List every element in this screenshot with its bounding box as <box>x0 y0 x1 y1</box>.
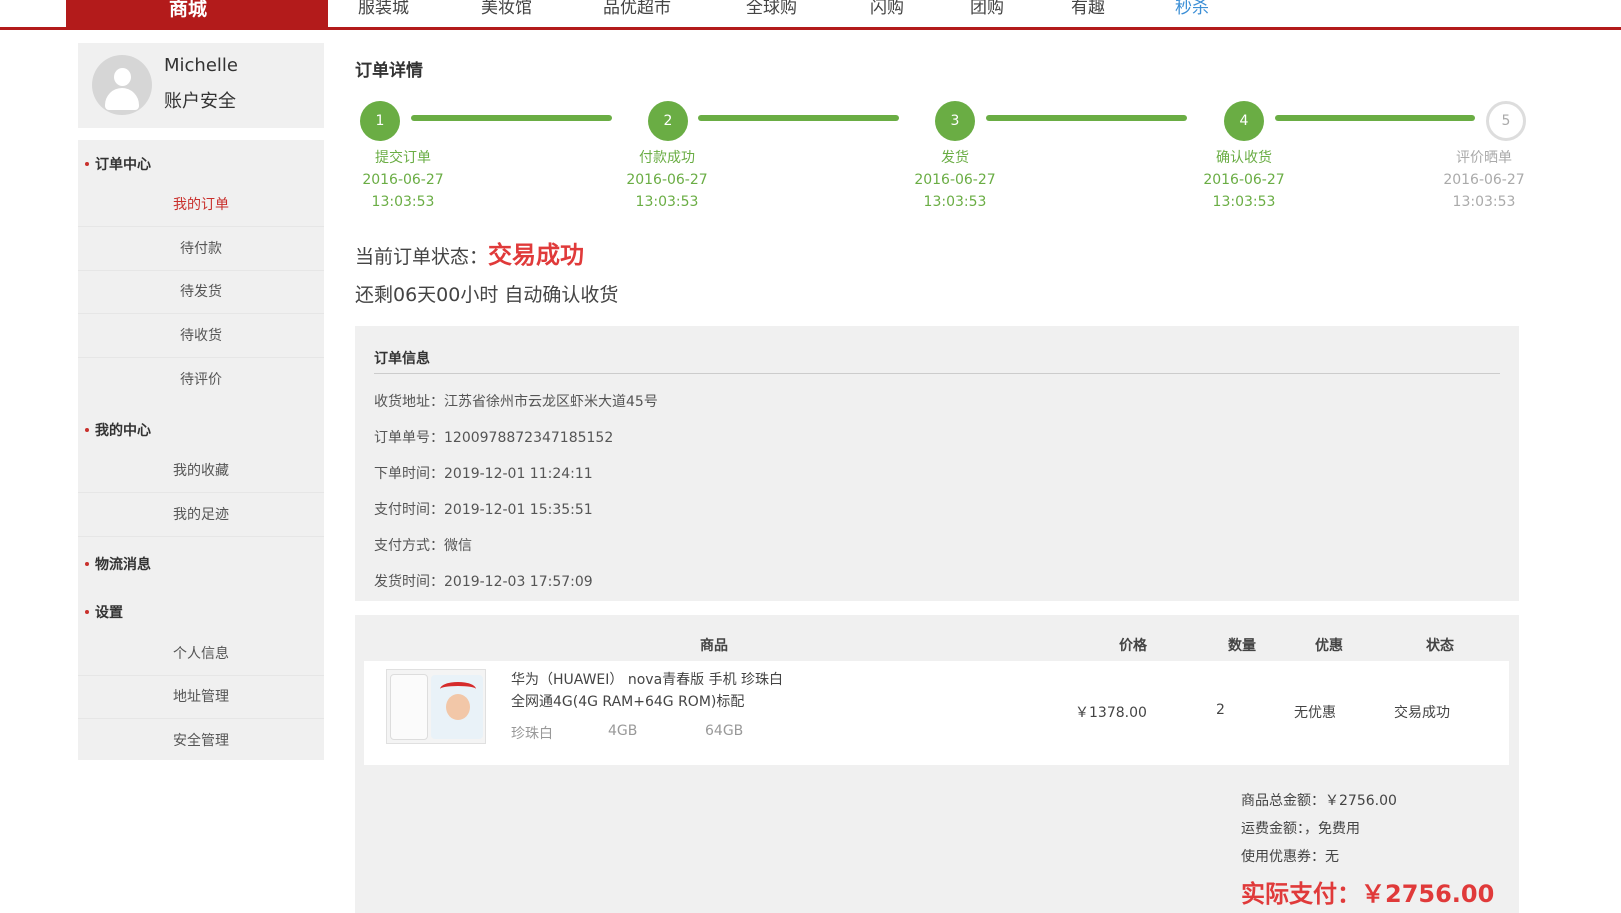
table-row: 华为（HUAWEI） nova青春版 手机 珍珠白 全网通4G(4G RAM+6… <box>364 661 1509 765</box>
progress-bar <box>986 115 1187 121</box>
sidebar-item-pending-review[interactable]: 待评价 <box>78 358 324 402</box>
nav-item-seckill[interactable]: 秒杀 <box>1175 0 1209 18</box>
coupon-used: 使用优惠券：无 <box>1241 849 1339 865</box>
shipping-time: 发货时间：2019-12-03 17:57:09 <box>374 574 593 590</box>
sidebar-item-my-orders[interactable]: 我的订单 <box>78 183 324 227</box>
nav-item-global[interactable]: 全球购 <box>746 0 797 18</box>
step-5-circle: 5 <box>1486 101 1526 141</box>
sidebar-section-logistics[interactable]: 物流消息 <box>78 542 324 586</box>
step-4-label: 确认收货 2016-06-27 13:03:53 <box>1203 150 1285 210</box>
order-number: 订单单号：1200978872347185152 <box>374 430 614 446</box>
header-price: 价格 <box>1119 638 1147 654</box>
sidebar-item-profile[interactable]: 个人信息 <box>78 632 324 676</box>
item-status: 交易成功 <box>1394 705 1450 721</box>
product-name-link[interactable]: 华为（HUAWEI） nova青春版 手机 珍珠白 全网通4G(4G RAM+6… <box>511 669 851 713</box>
goods-table: 商品 价格 数量 优惠 状态 华为（HUAWEI） nova青春版 手机 珍珠白… <box>355 615 1519 913</box>
sidebar-section-orders: 订单中心 <box>78 142 324 186</box>
step-2-circle: 2 <box>648 101 688 141</box>
sidebar-item-favorites[interactable]: 我的收藏 <box>78 449 324 493</box>
goods-total: 商品总金额：￥2756.00 <box>1241 793 1397 809</box>
sidebar-item-pending-receipt[interactable]: 待收货 <box>78 314 324 358</box>
sidebar-section-my-center: 我的中心 <box>78 408 324 452</box>
nav-item-group[interactable]: 团购 <box>970 0 1004 18</box>
page-title: 订单详情 <box>355 61 423 81</box>
avatar[interactable] <box>92 55 152 115</box>
step-1-label: 提交订单 2016-06-27 13:03:53 <box>362 150 444 210</box>
order-info-title: 订单信息 <box>374 351 430 367</box>
step-2-label: 付款成功 2016-06-27 13:03:53 <box>626 150 708 210</box>
step-5-label: 评价晒单 2016-06-27 13:03:53 <box>1443 150 1525 210</box>
sidebar-item-address[interactable]: 地址管理 <box>78 675 324 719</box>
header-product: 商品 <box>700 638 728 654</box>
sidebar-item-security[interactable]: 安全管理 <box>78 719 324 763</box>
header-status: 状态 <box>1426 638 1454 654</box>
brand-logo[interactable]: 商城 <box>66 0 328 27</box>
bullet-icon <box>85 428 89 432</box>
divider <box>374 373 1500 374</box>
account-security-link[interactable]: 账户安全 <box>164 87 236 113</box>
sidebar-section-settings: 设置 <box>78 590 324 634</box>
status-value: 交易成功 <box>488 241 585 269</box>
shipping-fee: 运费金额：，免费用 <box>1241 821 1360 837</box>
product-color: 珍珠白 <box>511 726 553 742</box>
step-3-circle: 3 <box>935 101 975 141</box>
progress-bar <box>1275 115 1475 121</box>
top-nav: 商城 服装城 美妆馆 品优超市 全球购 闪购 团购 有趣 秒杀 <box>0 0 1621 30</box>
item-price: ￥1378.00 <box>1075 705 1147 721</box>
step-1-circle: 1 <box>360 101 400 141</box>
progress-bar <box>411 115 612 121</box>
order-time: 下单时间：2019-12-01 11:24:11 <box>374 466 593 482</box>
payment-method: 支付方式：微信 <box>374 538 472 554</box>
bullet-icon <box>85 610 89 614</box>
order-status: 当前订单状态：交易成功 <box>355 241 585 269</box>
avatar-icon <box>114 68 131 86</box>
sidebar-item-pending-payment[interactable]: 待付款 <box>78 227 324 271</box>
nav-item-supermarket[interactable]: 品优超市 <box>603 0 671 18</box>
payment-time: 支付时间：2019-12-01 15:35:51 <box>374 502 593 518</box>
step-3-label: 发货 2016-06-27 13:03:53 <box>914 150 996 210</box>
sidebar-menu: 订单中心 我的订单 待付款 待发货 待收货 待评价 我的中心 我的收藏 我的足迹… <box>78 140 324 760</box>
progress-bar <box>698 115 899 121</box>
bullet-icon <box>85 562 89 566</box>
bullet-icon <box>85 162 89 166</box>
username: Michelle <box>164 55 238 76</box>
nav-item-beauty[interactable]: 美妆馆 <box>481 0 532 18</box>
actual-paid: 实际支付：￥2756.00 <box>1241 880 1495 908</box>
user-card: Michelle 账户安全 <box>78 43 324 128</box>
nav-item-fun[interactable]: 有趣 <box>1071 0 1105 18</box>
sidebar-item-footprints[interactable]: 我的足迹 <box>78 493 324 537</box>
nav-item-flash[interactable]: 闪购 <box>870 0 904 18</box>
auto-confirm-countdown: 还剩06天00小时 自动确认收货 <box>355 284 619 306</box>
header-discount: 优惠 <box>1315 638 1343 654</box>
sidebar-item-pending-shipment[interactable]: 待发货 <box>78 270 324 314</box>
step-4-circle: 4 <box>1224 101 1264 141</box>
nav-item-clothing[interactable]: 服装城 <box>358 0 409 18</box>
order-info-panel: 订单信息 收货地址：江苏省徐州市云龙区虾米大道45号 订单单号：12009788… <box>355 326 1519 601</box>
product-rom: 64GB <box>705 723 744 739</box>
product-ram: 4GB <box>608 723 638 739</box>
item-qty: 2 <box>1216 702 1225 718</box>
product-image[interactable] <box>386 669 486 744</box>
shipping-address: 收货地址：江苏省徐州市云龙区虾米大道45号 <box>374 394 658 410</box>
item-discount: 无优惠 <box>1294 705 1336 721</box>
header-qty: 数量 <box>1228 638 1256 654</box>
